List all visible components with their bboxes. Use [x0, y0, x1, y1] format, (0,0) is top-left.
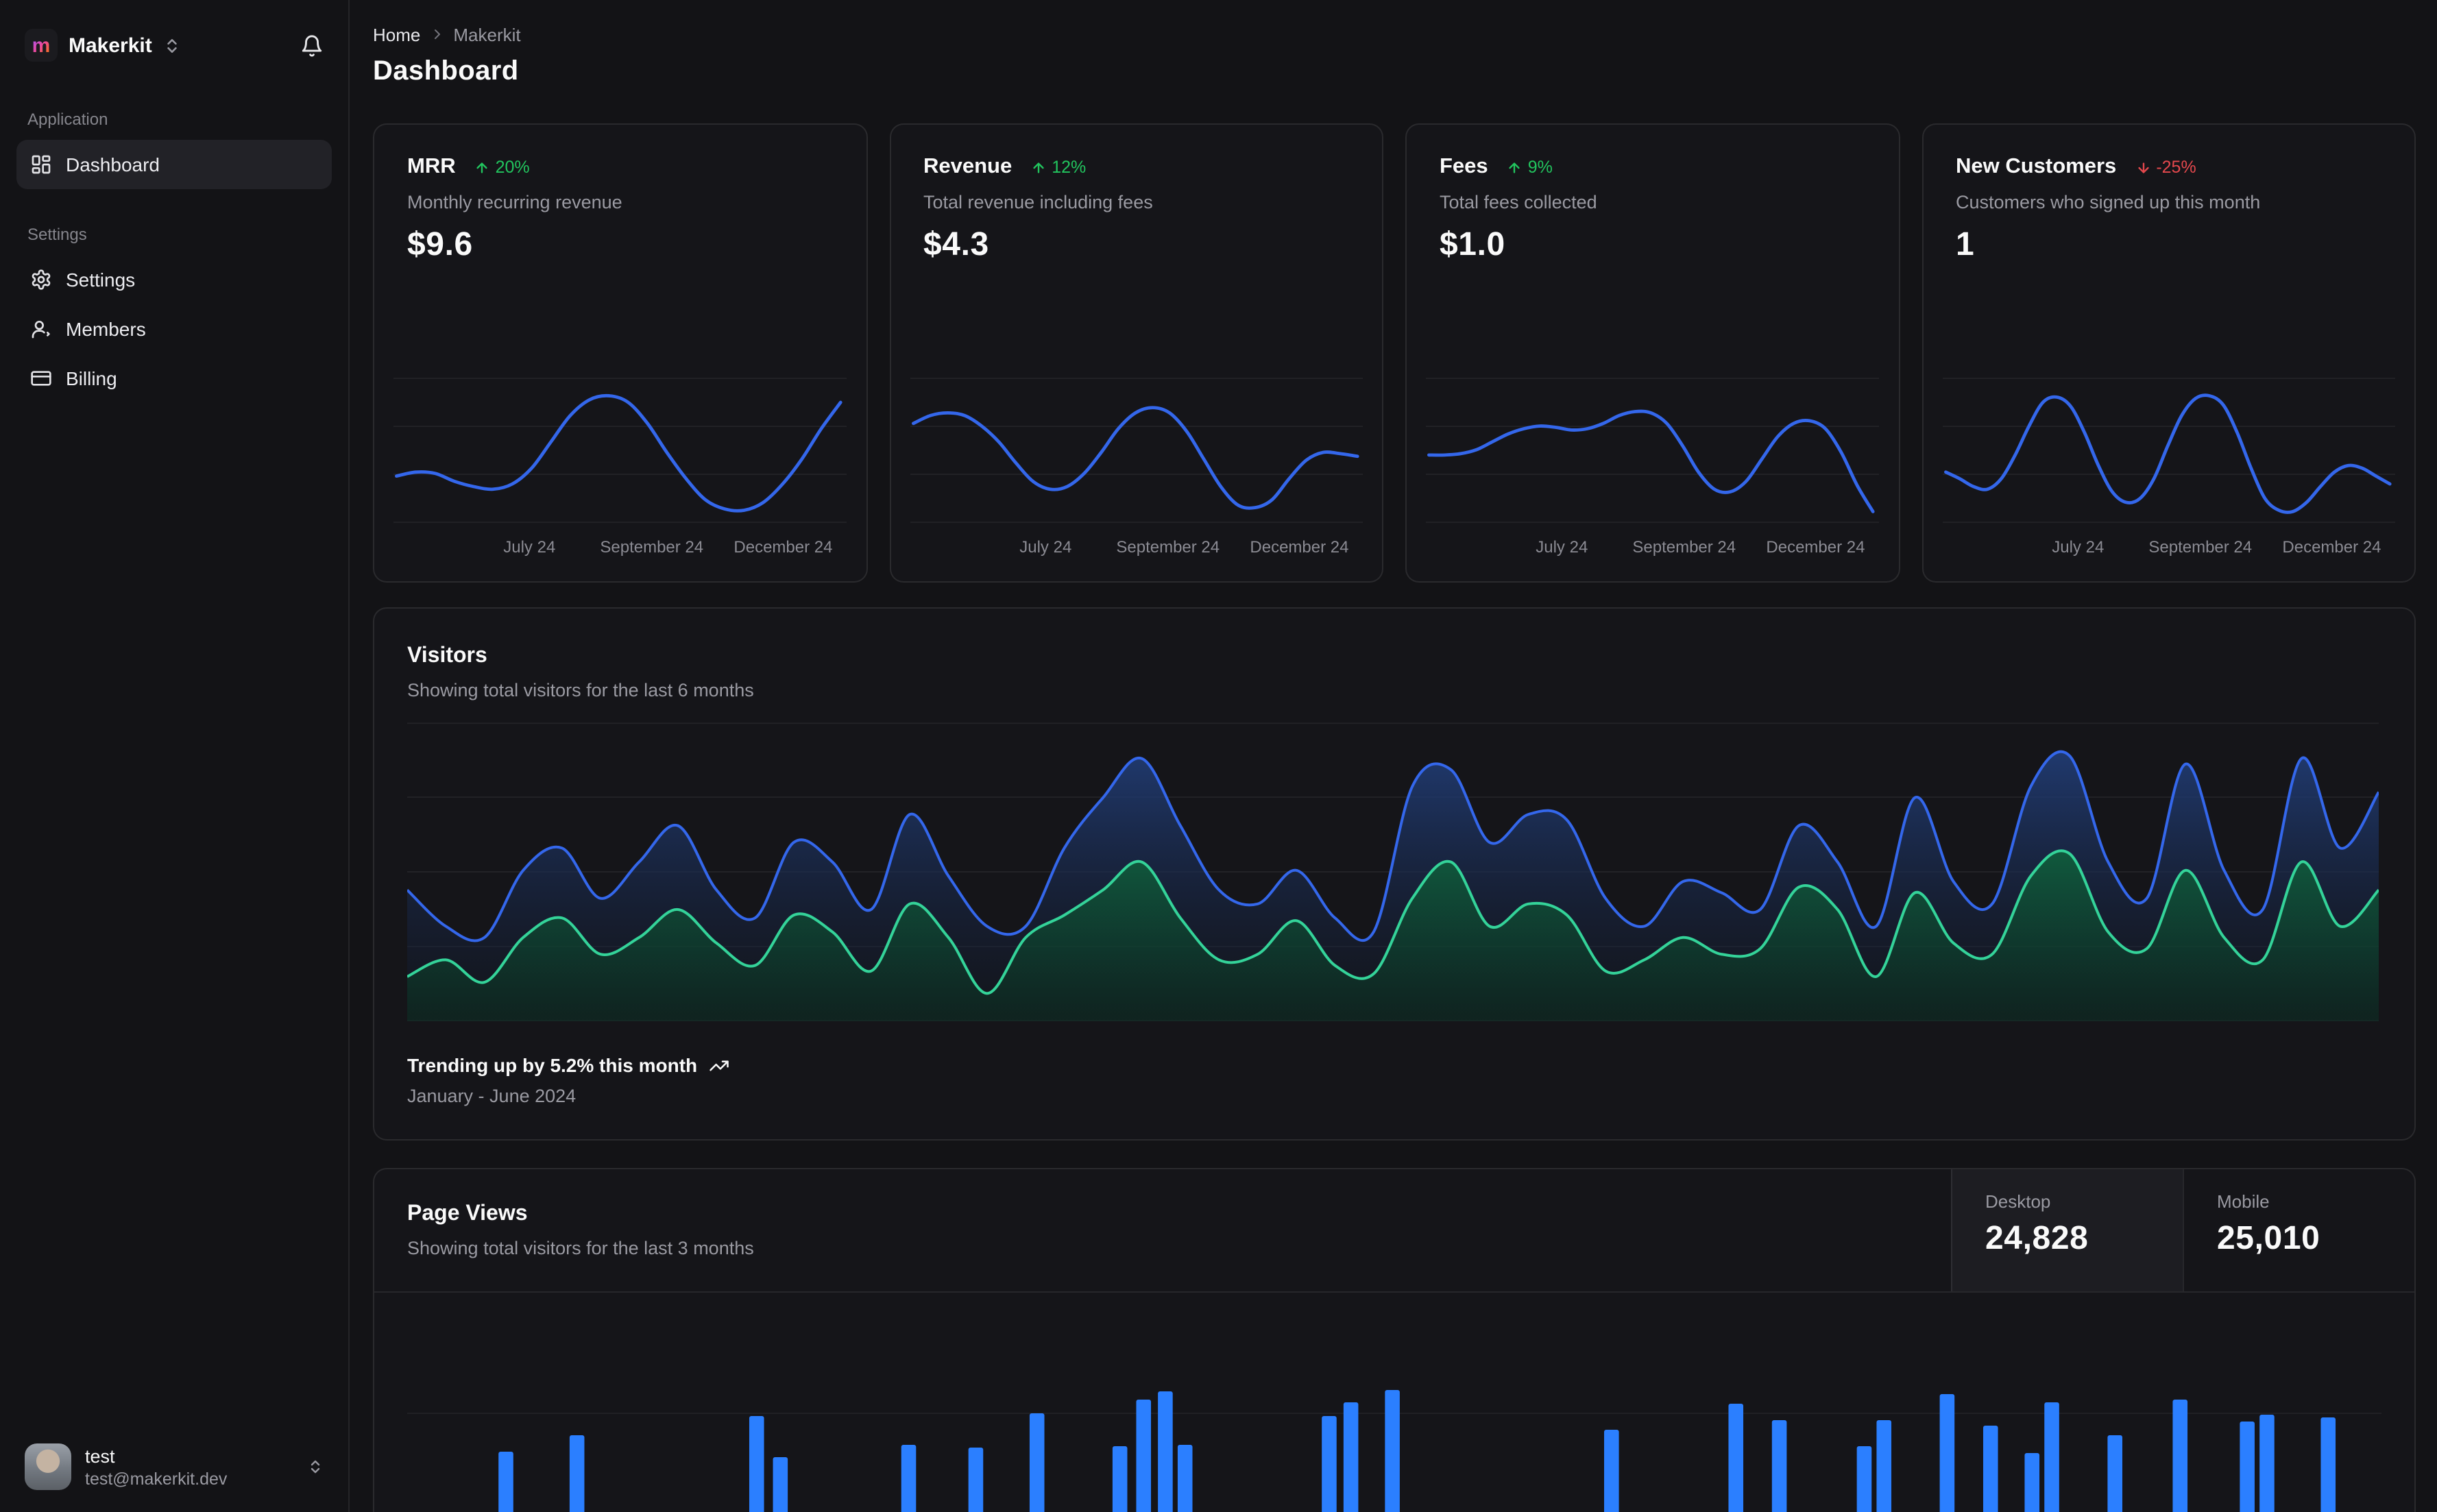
breadcrumb: Home Makerkit — [373, 22, 2416, 47]
sparkline-x-axis: July 24 September 24 December 24 — [910, 537, 1363, 559]
notifications-bell-button[interactable] — [300, 34, 324, 57]
desktop-label: Desktop — [1985, 1191, 2051, 1212]
stat-description: Monthly recurring revenue — [407, 192, 622, 212]
visitors-area-chart — [407, 722, 2379, 1021]
stat-value: $4.3 — [923, 226, 989, 263]
bell-icon — [302, 34, 322, 56]
app-window: m Makerkit Application Dashboard Setting… — [0, 0, 2437, 1512]
trend-badge: 20% — [475, 158, 530, 177]
x-tick: December 24 — [733, 537, 833, 557]
stat-card-revenue: Revenue 12% Total revenue including fees… — [889, 123, 1383, 583]
gear-icon — [30, 269, 52, 291]
toggle-mobile[interactable]: Mobile 25,010 — [2183, 1169, 2414, 1291]
page-views-bar-chart — [407, 1390, 2381, 1512]
sidebar-item-settings[interactable]: Settings — [16, 255, 332, 304]
main-content: Home Makerkit Dashboard MRR 20% Monthly … — [350, 0, 2437, 1512]
x-tick: September 24 — [1116, 537, 1220, 557]
sidebar-item-billing[interactable]: Billing — [16, 354, 332, 403]
users-icon — [30, 318, 52, 340]
sparkline-x-axis: July 24 September 24 December 24 — [393, 537, 847, 559]
stat-title: Revenue — [923, 155, 1013, 178]
page-views-header: Page Views Showing total visitors for th… — [374, 1169, 2414, 1293]
stat-title: Fees — [1440, 155, 1488, 178]
fees-sparkline-chart — [1426, 370, 1879, 526]
credit-card-icon — [30, 367, 52, 389]
x-tick: December 24 — [1250, 537, 1349, 557]
sidebar: m Makerkit Application Dashboard Setting… — [0, 0, 350, 1512]
user-avatar — [25, 1443, 71, 1490]
visitors-title: Visitors — [407, 644, 487, 668]
breadcrumb-current: Makerkit — [453, 24, 521, 45]
sparkline-x-axis: July 24 September 24 December 24 — [1942, 537, 2395, 559]
page-views-title: Page Views — [407, 1202, 528, 1226]
mobile-label: Mobile — [2217, 1191, 2270, 1212]
toggle-desktop[interactable]: Desktop 24,828 — [1951, 1169, 2183, 1291]
x-tick: July 24 — [2052, 537, 2105, 557]
layout-dashboard-icon — [30, 154, 52, 175]
chevrons-up-down-icon — [307, 1459, 324, 1475]
x-tick: July 24 — [1536, 537, 1588, 557]
trend-badge: -25% — [2135, 158, 2196, 177]
page-title: Dashboard — [373, 56, 519, 86]
stat-description: Total revenue including fees — [923, 192, 1153, 212]
desktop-value: 24,828 — [1985, 1220, 2089, 1257]
sidebar-item-dashboard[interactable]: Dashboard — [16, 140, 332, 189]
sidebar-item-label: Settings — [66, 269, 136, 291]
stat-title: New Customers — [1956, 155, 2117, 178]
stat-card-new-customers: New Customers -25% Customers who signed … — [1921, 123, 2416, 583]
x-tick: September 24 — [2148, 537, 2253, 557]
nav-section-settings: Settings — [27, 225, 87, 244]
stat-card-mrr: MRR 20% Monthly recurring revenue $9.6 J… — [373, 123, 867, 583]
stat-description: Total fees collected — [1440, 192, 1597, 212]
visitors-subtitle: Showing total visitors for the last 6 mo… — [407, 680, 754, 700]
user-email: test@makerkit.dev — [85, 1469, 228, 1488]
x-tick: December 24 — [2282, 537, 2381, 557]
x-tick: September 24 — [1632, 537, 1736, 557]
sidebar-item-members[interactable]: Members — [16, 304, 332, 354]
breadcrumb-home-link[interactable]: Home — [373, 24, 420, 45]
arrow-up-icon — [475, 160, 490, 175]
trend-badge: 12% — [1031, 158, 1086, 177]
arrow-up-icon — [1507, 160, 1523, 175]
trend-badge: 9% — [1507, 158, 1553, 177]
x-tick: September 24 — [600, 537, 704, 557]
workspace-selector[interactable]: m Makerkit — [16, 19, 332, 69]
visitors-range: January - June 2024 — [407, 1086, 577, 1106]
mobile-value: 25,010 — [2217, 1220, 2320, 1257]
trending-up-icon — [708, 1055, 729, 1075]
new-customers-sparkline-chart — [1942, 370, 2395, 526]
stat-cards-row: MRR 20% Monthly recurring revenue $9.6 J… — [373, 123, 2416, 583]
visitors-card: Visitors Showing total visitors for the … — [373, 607, 2416, 1141]
stat-title: MRR — [407, 155, 456, 178]
page-views-subtitle: Showing total visitors for the last 3 mo… — [407, 1238, 754, 1258]
x-tick: December 24 — [1766, 537, 1865, 557]
user-name: test — [85, 1446, 115, 1466]
sparkline-x-axis: July 24 September 24 December 24 — [1426, 537, 1879, 559]
arrow-down-icon — [2135, 160, 2150, 175]
stat-value: 1 — [1956, 226, 1975, 263]
stat-value: $9.6 — [407, 226, 473, 263]
nav-section-application: Application — [27, 110, 108, 129]
chevrons-up-down-icon — [163, 36, 181, 54]
workspace-name: Makerkit — [69, 34, 152, 57]
sidebar-item-label: Dashboard — [66, 154, 160, 175]
revenue-sparkline-chart — [910, 370, 1363, 526]
chevron-right-icon — [428, 26, 445, 42]
user-menu[interactable]: test test@makerkit.dev — [16, 1435, 332, 1498]
sidebar-item-label: Billing — [66, 367, 117, 389]
sidebar-item-label: Members — [66, 318, 146, 340]
makerkit-logo: m — [25, 29, 58, 62]
stat-card-fees: Fees 9% Total fees collected $1.0 July 2… — [1405, 123, 1900, 583]
stat-value: $1.0 — [1440, 226, 1505, 263]
visitors-trend: Trending up by 5.2% this month — [407, 1054, 2381, 1076]
page-views-card: Page Views Showing total visitors for th… — [373, 1168, 2416, 1512]
arrow-up-icon — [1031, 160, 1046, 175]
x-tick: July 24 — [503, 537, 556, 557]
mrr-sparkline-chart — [393, 370, 847, 526]
x-tick: July 24 — [1019, 537, 1072, 557]
stat-description: Customers who signed up this month — [1956, 192, 2261, 212]
